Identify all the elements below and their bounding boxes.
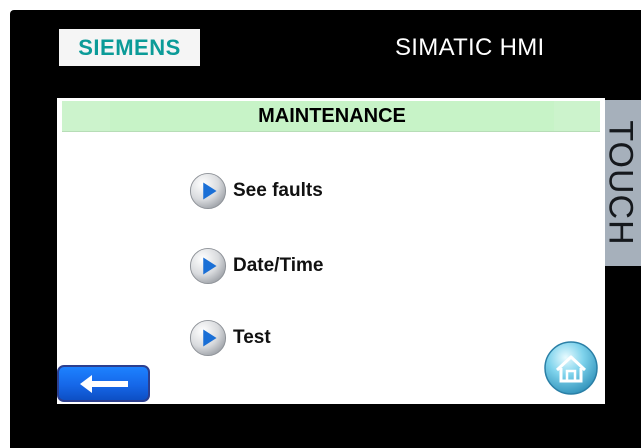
menu-item-label: Date/Time [233, 255, 324, 276]
menu-item-label: Test [233, 327, 271, 348]
home-button[interactable] [543, 340, 599, 396]
play-arrow-icon [189, 247, 227, 285]
touch-text: TOUCH [601, 120, 640, 246]
menu-item-see-faults[interactable]: See faults [189, 172, 323, 210]
hmi-title: SIMATIC HMI [395, 34, 545, 61]
logo-text: SIEMENS [78, 34, 181, 60]
menu-item-test[interactable]: Test [189, 319, 271, 357]
siemens-logo: SIEMENS [59, 29, 200, 66]
home-icon [544, 341, 598, 395]
menu-item-date-time[interactable]: Date/Time [189, 247, 323, 285]
play-arrow-icon [189, 319, 227, 357]
play-arrow-icon [189, 172, 227, 210]
touch-side-label: TOUCH [599, 100, 641, 266]
menu-item-label: See faults [233, 180, 323, 201]
arrow-left-icon [79, 374, 128, 393]
page-title: MAINTENANCE [110, 101, 554, 131]
title-bar: MAINTENANCE [62, 101, 600, 132]
back-button[interactable] [57, 365, 150, 402]
hmi-screen: MAINTENANCE [57, 98, 605, 404]
